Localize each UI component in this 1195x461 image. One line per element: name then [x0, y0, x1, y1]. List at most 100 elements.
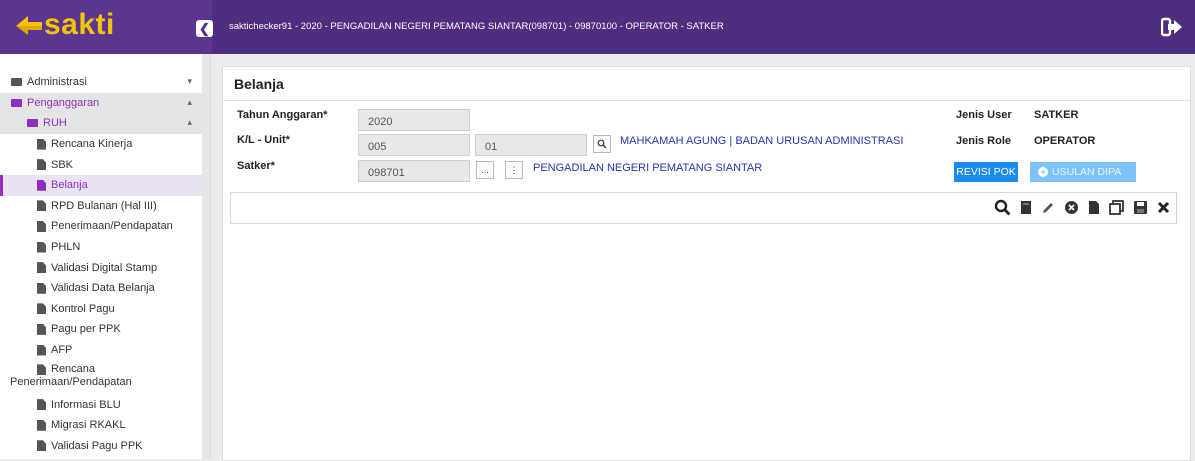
document-icon [37, 200, 46, 212]
sidebar-item-label: PHLN [51, 241, 81, 254]
chevron-up-icon: ▴ [187, 117, 192, 128]
sidebar-item-label: Validasi Data Belanja [51, 282, 155, 295]
sidebar-menu: Administrasi ▾ Penganggaran ▴ RUH ▴ Renc… [0, 72, 202, 456]
sidebar-item-label: Validasi Digital Stamp [51, 261, 158, 274]
sidebar-item-label: Belanja [51, 179, 88, 192]
document-icon [37, 344, 46, 356]
document-icon [37, 179, 46, 191]
logo-text: sakti [44, 8, 115, 41]
sidebar-scrollbar[interactable] [202, 54, 210, 459]
sidebar-item-administrasi[interactable]: Administrasi ▾ [0, 72, 202, 93]
sidebar-item-validasi-data-belanja[interactable]: Validasi Data Belanja [0, 278, 202, 299]
sidebar-item-phln[interactable]: PHLN [0, 237, 202, 258]
save-icon[interactable] [1133, 200, 1148, 218]
toolbar-icons [994, 199, 1170, 219]
sidebar-item-label: SBK [51, 158, 74, 171]
session-title: saktichecker91 - 2020 - PENGADILAN NEGER… [229, 21, 724, 32]
jenis-role-value: OPERATOR [1034, 135, 1096, 147]
satker-link[interactable]: PENGADILAN NEGERI PEMATANG SIANTAR [533, 162, 762, 174]
sidebar-item-belanja[interactable]: Belanja [0, 174, 202, 196]
folder-icon [27, 119, 38, 128]
chevron-up-icon: ▴ [187, 96, 192, 107]
sidebar-item-label: Penerimaan/Pendapatan [51, 220, 173, 233]
sidebar-item-label-line2: Penerimaan/Pendapatan [10, 376, 132, 389]
usulan-dipa-button[interactable]: + USULAN DIPA [1030, 162, 1136, 182]
sidebar-item-rencana-penerimaan[interactable]: Rencana Penerimaan/Pendapatan [0, 360, 202, 394]
sidebar-item-label: Rencana Kinerja [51, 138, 133, 151]
document-icon [37, 159, 46, 171]
tahun-anggaran-field[interactable]: 2020 [358, 109, 470, 131]
folder-icon [11, 78, 22, 87]
sidebar-item-sbk[interactable]: SBK [0, 154, 202, 175]
app-logo[interactable]: sakti [14, 8, 115, 42]
sidebar-item-rpd-bulanan[interactable]: RPD Bulanan (Hal III) [0, 196, 202, 217]
satker-label: Satker* [237, 160, 275, 172]
sidebar-item-label: RPD Bulanan (Hal III) [51, 199, 157, 212]
delete-circle-icon[interactable] [1064, 200, 1079, 218]
document-icon[interactable] [1088, 200, 1100, 218]
sidebar-item-validasi-digital-stamp[interactable]: Validasi Digital Stamp [0, 257, 202, 278]
satker-field[interactable]: 098701 [358, 160, 470, 182]
kl-search-button[interactable] [593, 135, 611, 153]
kl-field[interactable]: 005 [358, 134, 470, 156]
document-icon [37, 282, 46, 294]
sidebar-item-label: Penganggaran [27, 96, 100, 109]
chevron-down-icon: ▾ [187, 76, 192, 86]
document-icon [37, 262, 46, 274]
satker-browse-button[interactable]: ... [476, 161, 494, 179]
document-icon [37, 303, 46, 315]
sidebar-item-label: Informasi BLU [51, 398, 121, 411]
document-icon [37, 364, 46, 376]
tahun-anggaran-label: Tahun Anggaran* [237, 109, 328, 121]
close-icon[interactable] [1157, 201, 1170, 217]
jenis-user-label: Jenis User [956, 109, 1012, 121]
sidebar-item-label: RUH [43, 117, 67, 130]
sidebar-item-kontrol-pagu[interactable]: Kontrol Pagu [0, 299, 202, 320]
logout-icon[interactable] [1161, 16, 1183, 38]
sidebar-item-validasi-pagu-ppk[interactable]: Validasi Pagu PPK [0, 436, 202, 457]
sidebar-item-penerimaan-pendapatan[interactable]: Penerimaan/Pendapatan [0, 216, 202, 237]
record-toolbar [230, 192, 1177, 224]
document-icon [37, 440, 46, 452]
sidebar-item-label: AFP [51, 344, 73, 357]
sidebar-item-label-line1: Rencana [51, 363, 96, 376]
document-icon [37, 241, 46, 253]
jenis-role-label: Jenis Role [956, 135, 1012, 147]
kl-unit-link[interactable]: MAHKAMAH AGUNG | BADAN URUSAN ADMINISTRA… [620, 135, 903, 147]
sidebar-item-afp[interactable]: AFP [0, 340, 202, 361]
sidebar-item-ruh[interactable]: RUH ▴ [0, 113, 202, 134]
sidebar-item-rencana-kinerja[interactable]: Rencana Kinerja [0, 134, 202, 155]
logo-mark-icon [16, 16, 42, 35]
jenis-user-value: SATKER [1034, 109, 1079, 121]
copy-icon[interactable] [1109, 200, 1124, 218]
document-icon [37, 323, 46, 335]
sidebar: Administrasi ▾ Penganggaran ▴ RUH ▴ Renc… [0, 54, 211, 459]
folder-icon [11, 98, 22, 107]
kl-unit-label: K/L - Unit* [237, 134, 290, 146]
logo-area: sakti ❮ [0, 0, 213, 54]
sidebar-item-label: Administrasi [27, 76, 87, 89]
sidebar-item-label: Migrasi RKAKL [51, 419, 126, 432]
sidebar-collapse-button[interactable]: ❮ [196, 20, 213, 37]
sidebar-item-pagu-per-ppk[interactable]: Pagu per PPK [0, 319, 202, 340]
document-icon [37, 220, 46, 232]
document-icon [37, 138, 46, 150]
edit-icon[interactable] [1041, 201, 1055, 218]
sidebar-item-migrasi-rkakl[interactable]: Migrasi RKAKL [0, 415, 202, 436]
document-icon [37, 419, 46, 431]
top-navbar: sakti ❮ saktichecker91 - 2020 - PENGADIL… [0, 0, 1195, 54]
sidebar-item-informasi-blu[interactable]: Informasi BLU [0, 394, 202, 415]
search-icon [597, 139, 607, 149]
usulan-dipa-label: USULAN DIPA [1052, 166, 1122, 178]
search-icon[interactable] [994, 199, 1011, 219]
divider [223, 100, 1190, 101]
bookmark-icon[interactable] [1020, 200, 1032, 218]
satker-more-button[interactable]: ⋮ [505, 161, 523, 179]
main-panel: Belanja Tahun Anggaran* 2020 K/L - Unit*… [222, 66, 1191, 461]
revisi-pok-button[interactable]: REVISI POK [954, 162, 1018, 182]
plus-circle-icon: + [1038, 167, 1048, 178]
sidebar-item-label: Kontrol Pagu [51, 302, 115, 315]
unit-field[interactable]: 01 [475, 134, 587, 156]
page-title: Belanja [234, 76, 284, 92]
sidebar-item-penganggaran[interactable]: Penganggaran ▴ [0, 92, 202, 114]
